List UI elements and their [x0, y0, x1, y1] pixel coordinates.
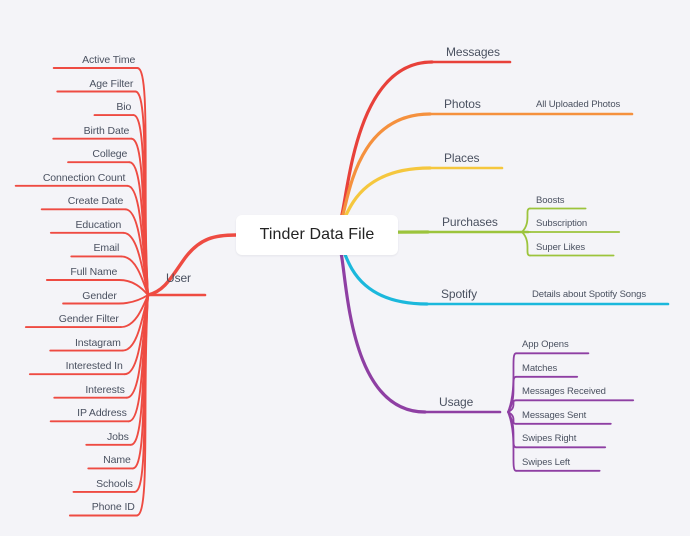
- leaf-user-create-date[interactable]: Create Date: [68, 195, 124, 207]
- subleaf-messages-received[interactable]: Messages Received: [522, 386, 606, 397]
- leaf-user-phone-id[interactable]: Phone ID: [92, 501, 135, 513]
- branch-path: [146, 233, 238, 297]
- subleaf-details-about-spotify-songs[interactable]: Details about Spotify Songs: [532, 289, 646, 300]
- center-node[interactable]: Tinder Data File: [236, 215, 398, 255]
- leaf-user-gender-filter[interactable]: Gender Filter: [59, 313, 119, 325]
- leaf-user-interested-in[interactable]: Interested In: [66, 360, 123, 372]
- branch-label-usage[interactable]: Usage: [439, 395, 473, 409]
- leaf-user-college[interactable]: College: [92, 148, 127, 160]
- subleaf-subscription[interactable]: Subscription: [536, 218, 587, 229]
- subleaf-swipes-left[interactable]: Swipes Left: [522, 457, 570, 468]
- leaf-user-name[interactable]: Name: [103, 454, 131, 466]
- leaf-user-gender[interactable]: Gender: [82, 290, 117, 302]
- subleaf-messages-sent[interactable]: Messages Sent: [522, 410, 586, 421]
- mindmap-canvas: Tinder Data File Active Time Age Filter Bi…: [0, 0, 690, 536]
- leaf-user-interests[interactable]: Interests: [85, 384, 124, 396]
- leaf-user-instagram[interactable]: Instagram: [75, 337, 121, 349]
- branch-label-places[interactable]: Places: [444, 151, 480, 165]
- subleaf-boosts[interactable]: Boosts: [536, 195, 565, 206]
- leaf-user-schools[interactable]: Schools: [96, 478, 133, 490]
- branch-path: [117, 294, 149, 305]
- center-node-title: Tinder Data File: [259, 226, 375, 243]
- leaf-user-jobs[interactable]: Jobs: [107, 431, 129, 443]
- leaf-user-education[interactable]: Education: [75, 219, 121, 231]
- leaf-user-email[interactable]: Email: [94, 242, 120, 254]
- branch-label-user[interactable]: User: [166, 271, 191, 285]
- leaf-user-full-name[interactable]: Full Name: [70, 266, 117, 278]
- leaf-user-connection-count[interactable]: Connection Count: [43, 172, 126, 184]
- subleaf-super-likes[interactable]: Super Likes: [536, 242, 585, 253]
- branch-path: [521, 231, 531, 257]
- leaf-user-birth-date[interactable]: Birth Date: [84, 125, 130, 137]
- branch-label-purchases[interactable]: Purchases: [442, 215, 498, 229]
- subleaf-all-uploaded-photos[interactable]: All Uploaded Photos: [536, 99, 620, 110]
- branch-label-spotify[interactable]: Spotify: [441, 287, 477, 301]
- leaf-user-active-time[interactable]: Active Time: [82, 54, 135, 66]
- leaf-user-age-filter[interactable]: Age Filter: [89, 78, 133, 90]
- branch-label-photos[interactable]: Photos: [444, 97, 481, 111]
- branch-label-messages[interactable]: Messages: [446, 45, 500, 59]
- branch-path: [336, 60, 434, 225]
- subleaf-matches[interactable]: Matches: [522, 363, 557, 374]
- leaf-user-bio[interactable]: Bio: [116, 101, 131, 113]
- leaf-user-ip-address[interactable]: IP Address: [77, 407, 127, 419]
- subleaf-swipes-right[interactable]: Swipes Right: [522, 433, 576, 444]
- branch-path: [521, 207, 531, 233]
- branch-path: [336, 245, 427, 414]
- subleaf-app-opens[interactable]: App Opens: [522, 339, 569, 350]
